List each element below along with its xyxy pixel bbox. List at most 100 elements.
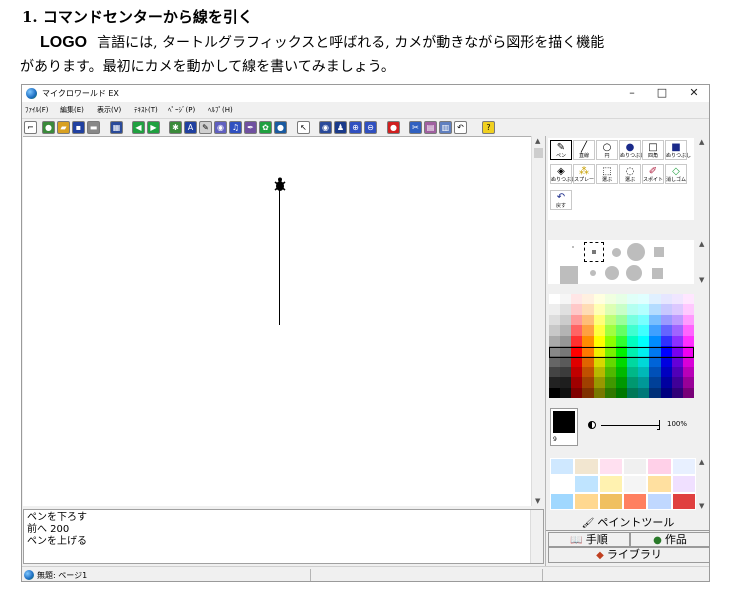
scroll-up-icon[interactable]: ▲ <box>699 240 704 248</box>
tool-lasso[interactable]: ◌ 選ぶ <box>619 164 641 184</box>
palette-color[interactable] <box>604 335 616 346</box>
palette-color[interactable] <box>615 294 628 305</box>
brush-size[interactable] <box>652 268 663 279</box>
tool-spray[interactable]: ⁂ スプレー <box>573 164 595 184</box>
palette-color[interactable] <box>671 314 683 326</box>
palette-color[interactable] <box>671 377 683 388</box>
palette-color[interactable] <box>549 366 561 378</box>
palette-color[interactable] <box>649 304 661 315</box>
texture-pattern[interactable] <box>671 492 696 510</box>
palette-color[interactable] <box>615 325 628 336</box>
opacity-slider[interactable] <box>601 425 659 426</box>
palette-color[interactable] <box>560 377 572 388</box>
palette-color[interactable] <box>649 387 661 398</box>
texture-patterns[interactable] <box>550 458 696 510</box>
palette-color[interactable] <box>638 335 650 346</box>
palette-color[interactable] <box>660 325 672 336</box>
palette-color[interactable] <box>627 366 639 378</box>
texture-pattern[interactable] <box>598 458 623 476</box>
palette-color[interactable] <box>582 387 594 398</box>
palette-color[interactable] <box>593 335 605 346</box>
palette-color[interactable] <box>593 314 605 326</box>
menu-edit[interactable]: 編集(E) <box>60 105 84 115</box>
turtle-icon[interactable] <box>272 177 288 193</box>
brush-size[interactable] <box>605 266 619 280</box>
palette-color[interactable] <box>615 377 628 388</box>
tool-eyedropper[interactable]: ✐ スポイト <box>642 164 664 184</box>
scroll-up-icon[interactable]: ▲ <box>699 458 704 466</box>
title-bar[interactable]: マイクロワールド EX – □ ✕ <box>22 85 709 102</box>
color-palette[interactable] <box>549 294 694 398</box>
brush-size[interactable] <box>590 270 596 276</box>
patterns-scrollbar[interactable]: ▲ ▼ <box>697 458 709 510</box>
cut-icon[interactable]: ✂ <box>409 121 422 134</box>
scroll-down-icon[interactable]: ▼ <box>699 276 704 284</box>
palette-color[interactable] <box>593 304 605 315</box>
palette-color[interactable] <box>571 377 583 388</box>
palette-color[interactable] <box>604 304 616 315</box>
palette-color[interactable] <box>627 304 639 315</box>
texture-pattern[interactable] <box>574 492 599 510</box>
palette-color[interactable] <box>560 335 572 346</box>
palette-color[interactable] <box>638 304 650 315</box>
palette-color[interactable] <box>682 314 694 326</box>
palette-color[interactable] <box>593 366 605 378</box>
palette-color[interactable] <box>660 387 672 398</box>
palette-color[interactable] <box>649 314 661 326</box>
layout-icon[interactable]: ▦ <box>110 121 123 134</box>
tool-select-rect[interactable]: ⬚ 選ぶ <box>596 164 618 184</box>
menu-help[interactable]: ﾍﾙﾌﾟ(H) <box>208 105 233 115</box>
tool-pen[interactable]: ✎ ペン <box>550 140 572 160</box>
palette-color[interactable] <box>682 377 694 388</box>
tab-procedures[interactable]: 📖 手順 <box>548 532 630 547</box>
brush-size[interactable] <box>560 266 578 284</box>
zoom-out-icon[interactable]: ⊖ <box>364 121 377 134</box>
palette-color[interactable] <box>549 314 561 326</box>
texture-pattern[interactable] <box>623 475 648 493</box>
palette-color[interactable] <box>560 366 572 378</box>
tools-scrollbar[interactable]: ▲ <box>697 138 709 220</box>
palette-color[interactable] <box>627 387 639 398</box>
palette-color[interactable] <box>638 387 650 398</box>
palette-color[interactable] <box>604 387 616 398</box>
tool-circle[interactable]: ○ 円 <box>596 140 618 160</box>
palette-color[interactable] <box>604 366 616 378</box>
brush-size[interactable] <box>612 248 621 257</box>
tool-filled-rectangle[interactable]: ■ ぬりつぶし <box>665 140 691 160</box>
palette-color[interactable] <box>549 294 561 305</box>
palette-color[interactable] <box>615 366 628 378</box>
tab-paint-tool[interactable]: 🖌 ペイントツール <box>546 516 709 531</box>
command-center[interactable]: ペンを下ろす 前へ 200 ペンを上げる <box>23 509 544 564</box>
palette-color[interactable] <box>582 366 594 378</box>
texture-pattern[interactable] <box>647 458 672 476</box>
paste-icon[interactable]: ▥ <box>439 121 452 134</box>
palette-color[interactable] <box>549 387 561 398</box>
tool-filled-circle[interactable]: ● ぬりつぶし <box>619 140 645 160</box>
globe-icon[interactable]: ● <box>274 121 287 134</box>
palette-color[interactable] <box>671 387 683 398</box>
palette-color[interactable] <box>604 294 616 305</box>
tool-eraser[interactable]: ◇ 消しゴム <box>665 164 687 184</box>
palette-color[interactable] <box>582 325 594 336</box>
tool-rectangle[interactable]: □ 四角 <box>642 140 664 160</box>
palette-color[interactable] <box>593 325 605 336</box>
palette-color[interactable] <box>615 304 628 315</box>
palette-color[interactable] <box>649 294 661 305</box>
eye-icon[interactable]: ◉ <box>214 121 227 134</box>
tab-works[interactable]: ● 作品 <box>630 532 709 547</box>
menu-text[interactable]: ﾃｷｽﾄ(T) <box>134 105 158 115</box>
tool-bucket[interactable]: ◈ ぬりつぶし <box>550 164 576 184</box>
command-line[interactable]: 前へ 200 <box>27 524 69 536</box>
palette-color[interactable] <box>682 335 694 346</box>
drawing-canvas[interactable] <box>23 136 531 506</box>
palette-color[interactable] <box>649 366 661 378</box>
palette-color[interactable] <box>604 325 616 336</box>
texture-pattern[interactable] <box>550 492 575 510</box>
palette-color[interactable] <box>638 377 650 388</box>
palette-color[interactable] <box>571 366 583 378</box>
scroll-down-icon[interactable]: ▼ <box>699 502 704 510</box>
palette-color[interactable] <box>593 377 605 388</box>
palette-color[interactable] <box>671 325 683 336</box>
texture-pattern[interactable] <box>647 492 672 510</box>
palette-color[interactable] <box>549 325 561 336</box>
